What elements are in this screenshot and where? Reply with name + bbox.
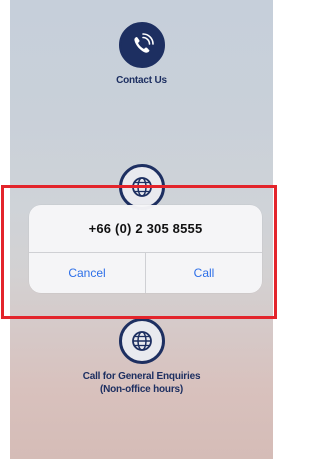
general-enquiries-item[interactable]: Call for General Enquiries (Non-office h… bbox=[10, 318, 273, 396]
contact-us-label: Contact Us bbox=[116, 75, 167, 86]
dialog-phone-number: +66 (0) 2 305 8555 bbox=[88, 221, 203, 236]
dialog-actions: Cancel Call bbox=[29, 253, 262, 293]
frame-edge bbox=[273, 0, 282, 459]
phone-call-icon bbox=[118, 22, 165, 68]
globe-phone-icon bbox=[118, 318, 165, 364]
general-enquiries-label-line2: (Non-office hours) bbox=[99, 384, 184, 395]
general-enquiries-label: Call for General Enquiries (Non-office h… bbox=[10, 370, 273, 396]
cancel-button[interactable]: Cancel bbox=[29, 253, 145, 293]
international-call-item[interactable] bbox=[10, 164, 273, 210]
general-enquiries-label-line1: Call for General Enquiries bbox=[82, 371, 201, 382]
contact-us-item[interactable]: Contact Us bbox=[10, 22, 273, 87]
call-button[interactable]: Call bbox=[146, 253, 262, 293]
call-confirm-dialog: +66 (0) 2 305 8555 Cancel Call bbox=[29, 205, 262, 293]
globe-phone-icon bbox=[118, 164, 165, 210]
